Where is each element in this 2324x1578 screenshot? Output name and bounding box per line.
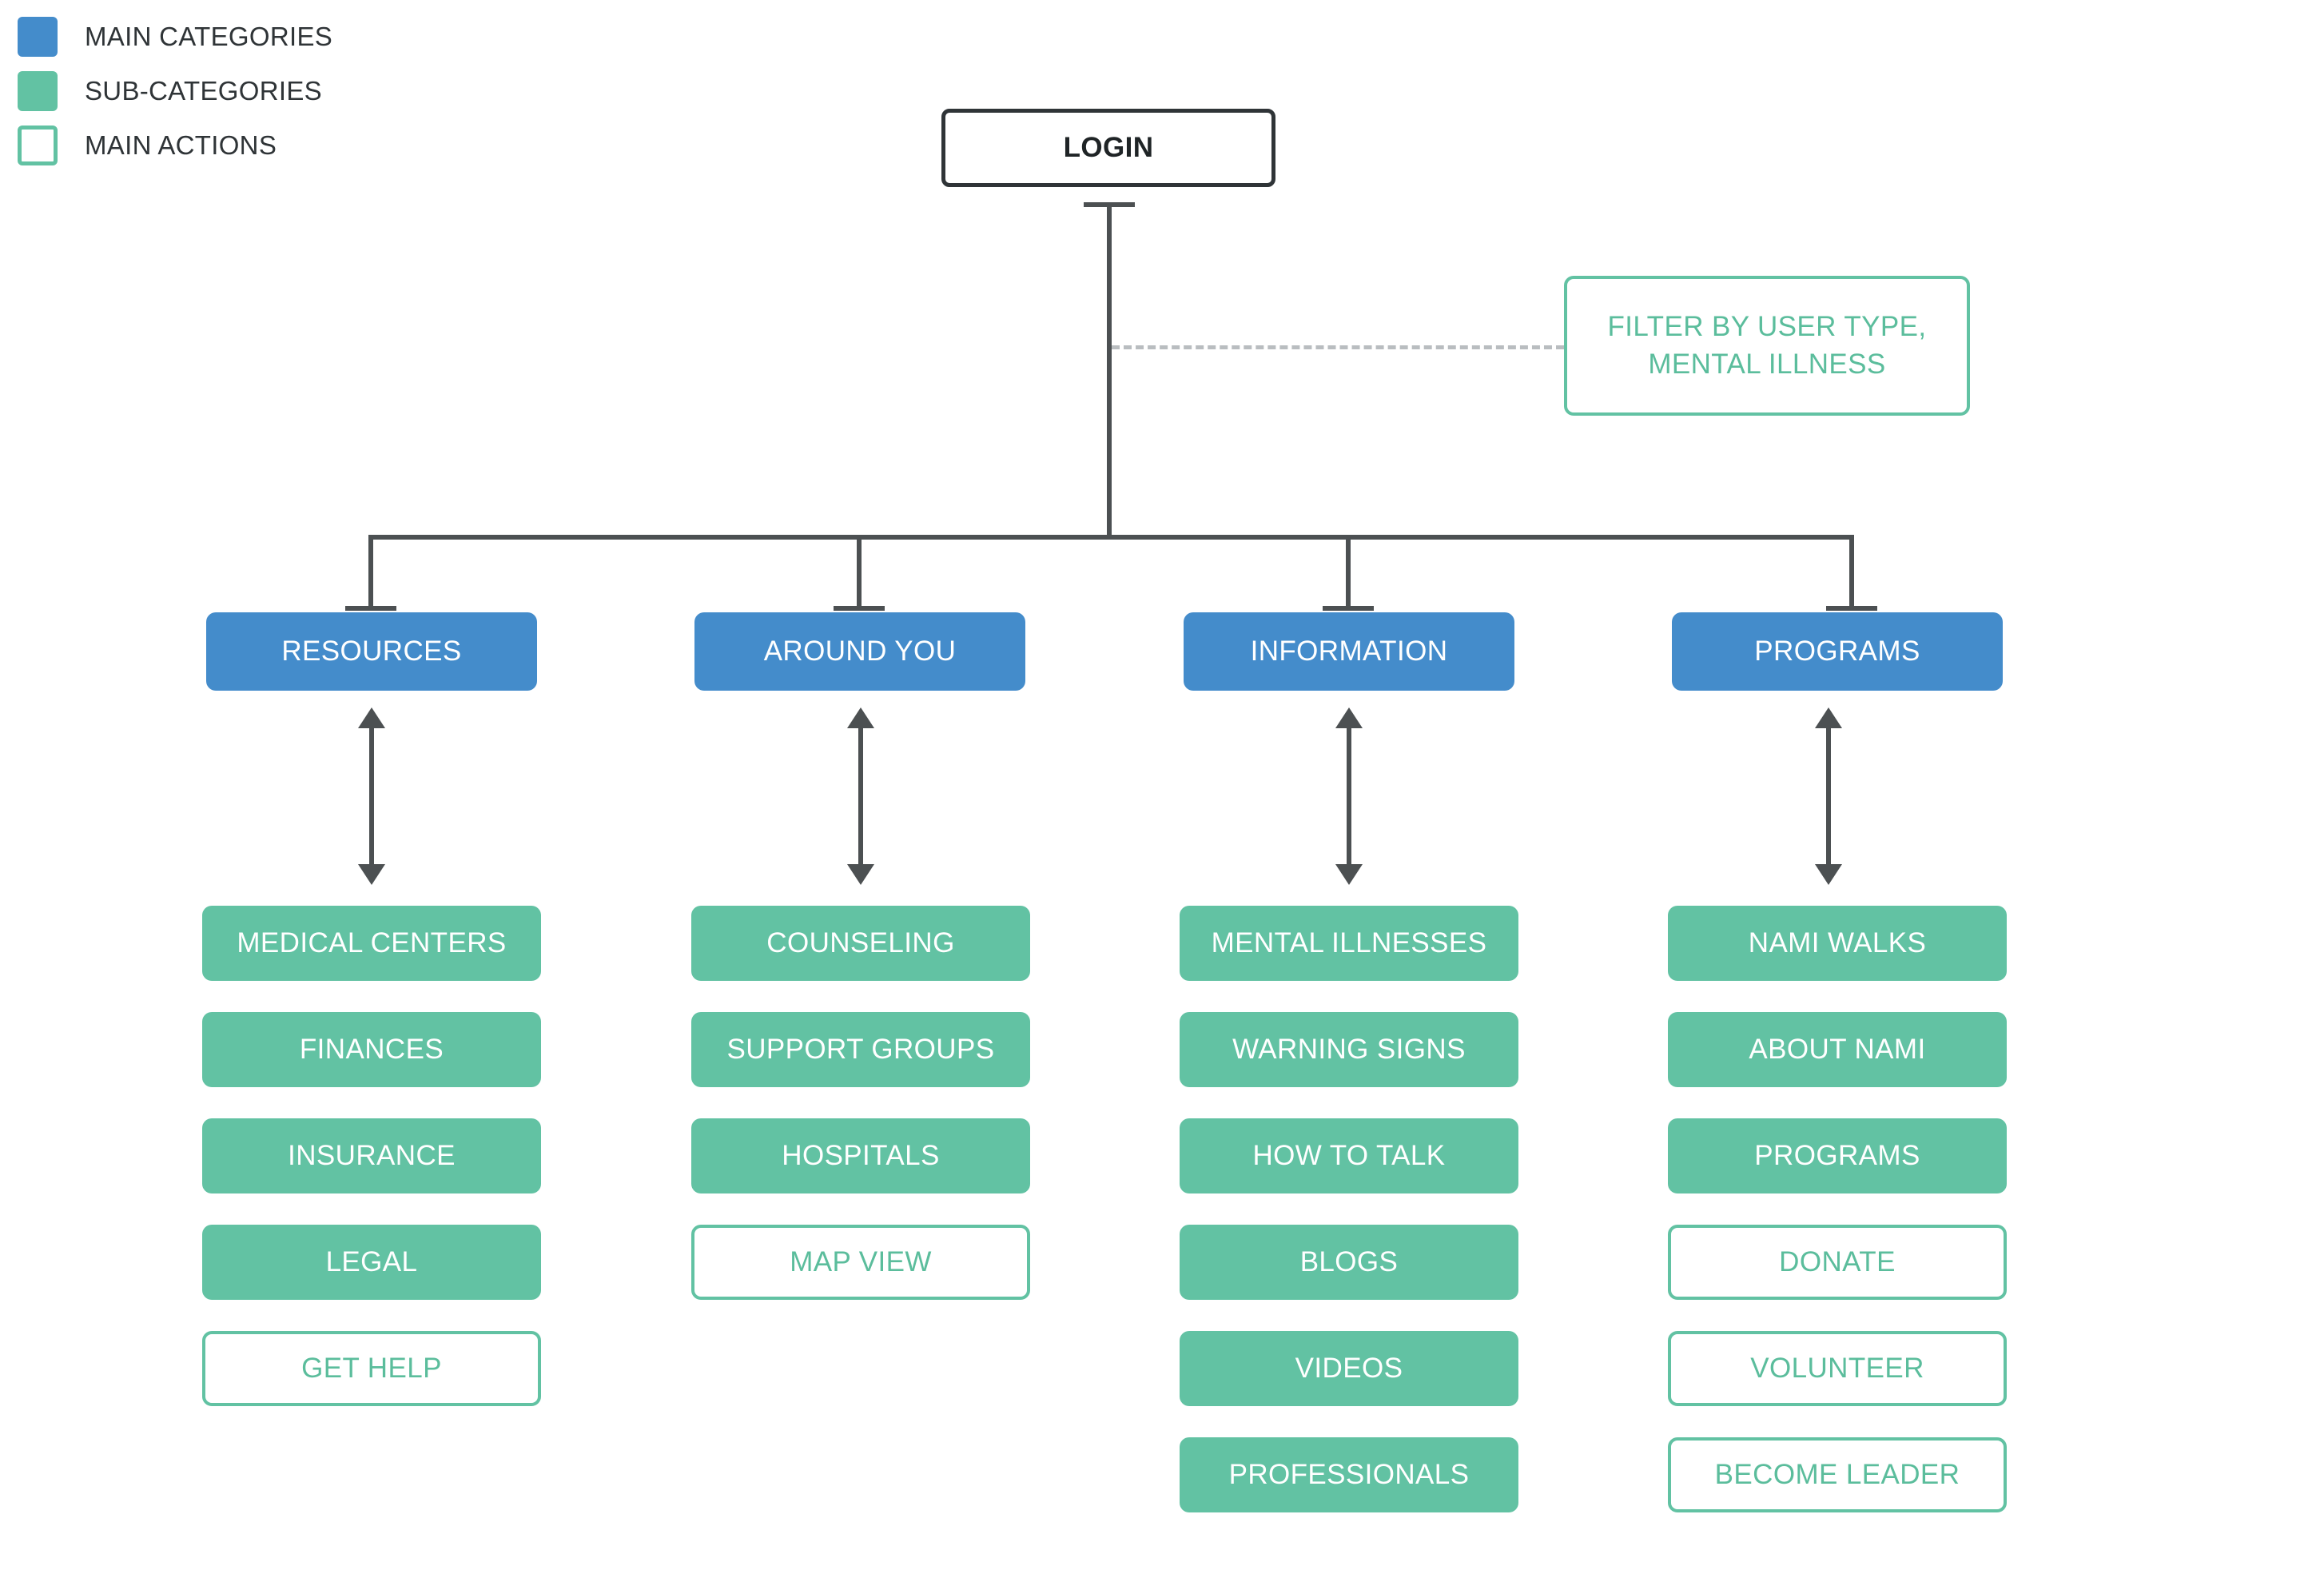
filter-dashed-connector xyxy=(1112,345,1564,349)
sitemap-diagram-canvas: MAIN CATEGORIES SUB-CATEGORIES MAIN ACTI… xyxy=(0,0,2324,1578)
node-label: LEGAL xyxy=(325,1245,418,1277)
node-hospitals[interactable]: HOSPITALS xyxy=(691,1118,1030,1193)
legend: MAIN CATEGORIES SUB-CATEGORIES MAIN ACTI… xyxy=(18,10,433,173)
tree-bus-line xyxy=(368,535,1854,540)
node-about-nami[interactable]: ABOUT NAMI xyxy=(1668,1012,2007,1087)
filled-blue-square-icon xyxy=(18,17,58,57)
node-label: MAP VIEW xyxy=(790,1245,932,1277)
node-label: ABOUT NAMI xyxy=(1749,1033,1926,1065)
node-nami-walks[interactable]: NAMI WALKS xyxy=(1668,906,2007,981)
node-become-leader[interactable]: BECOME LEADER xyxy=(1668,1437,2007,1512)
node-label: COUNSELING xyxy=(766,926,955,958)
arrow-shaft-around-you xyxy=(858,723,863,869)
node-label: PROGRAMS xyxy=(1754,1139,1920,1171)
login-trunk-line xyxy=(1107,202,1112,539)
node-login-label: LOGIN xyxy=(1063,131,1154,163)
node-label: FINANCES xyxy=(299,1033,444,1065)
node-login[interactable]: LOGIN xyxy=(941,109,1275,187)
branch-drop-information xyxy=(1346,535,1351,611)
arrow-shaft-programs xyxy=(1826,723,1831,869)
node-information-label: INFORMATION xyxy=(1250,635,1448,667)
node-insurance[interactable]: INSURANCE xyxy=(202,1118,541,1193)
node-label: GET HELP xyxy=(301,1352,442,1384)
node-volunteer[interactable]: VOLUNTEER xyxy=(1668,1331,2007,1406)
node-medical-centers[interactable]: MEDICAL CENTERS xyxy=(202,906,541,981)
node-label: HOSPITALS xyxy=(782,1139,940,1171)
node-label: MENTAL ILLNESSES xyxy=(1211,926,1487,958)
branch-drop-programs xyxy=(1849,535,1854,611)
node-filter-label-line1: FILTER BY USER TYPE, xyxy=(1607,310,1927,342)
node-label: NAMI WALKS xyxy=(1748,926,1927,958)
branch-drop-resources xyxy=(368,535,373,611)
arrow-down-icon-resources xyxy=(358,864,385,885)
outlined-green-square-icon xyxy=(18,126,58,165)
branch-cap-programs xyxy=(1826,606,1877,611)
node-label: VOLUNTEER xyxy=(1750,1352,1924,1384)
node-professionals[interactable]: PROFESSIONALS xyxy=(1180,1437,1518,1512)
arrow-down-icon-around-you xyxy=(847,864,874,885)
arrow-down-icon-programs xyxy=(1815,864,1842,885)
node-counseling[interactable]: COUNSELING xyxy=(691,906,1030,981)
branch-cap-information xyxy=(1323,606,1374,611)
node-resources-label: RESOURCES xyxy=(281,635,462,667)
node-finances[interactable]: FINANCES xyxy=(202,1012,541,1087)
legend-item-main-categories: MAIN CATEGORIES xyxy=(18,10,433,64)
node-filter-by-user-type[interactable]: FILTER BY USER TYPE, MENTAL ILLNESS xyxy=(1564,276,1970,416)
node-around-you-label: AROUND YOU xyxy=(763,635,957,667)
branch-cap-resources xyxy=(345,606,396,611)
node-legal[interactable]: LEGAL xyxy=(202,1225,541,1300)
legend-item-main-actions: MAIN ACTIONS xyxy=(18,118,433,173)
branch-drop-around-you xyxy=(857,535,862,611)
node-videos[interactable]: VIDEOS xyxy=(1180,1331,1518,1406)
node-map-view[interactable]: MAP VIEW xyxy=(691,1225,1030,1300)
node-how-to-talk[interactable]: HOW TO TALK xyxy=(1180,1118,1518,1193)
node-label: VIDEOS xyxy=(1295,1352,1403,1384)
node-filter-label-line2: MENTAL ILLNESS xyxy=(1648,348,1886,380)
node-label: PROFESSIONALS xyxy=(1228,1458,1470,1490)
branch-cap-around-you xyxy=(834,606,885,611)
node-support-groups[interactable]: SUPPORT GROUPS xyxy=(691,1012,1030,1087)
node-get-help[interactable]: GET HELP xyxy=(202,1331,541,1406)
node-label: HOW TO TALK xyxy=(1252,1139,1446,1171)
node-warning-signs[interactable]: WARNING SIGNS xyxy=(1180,1012,1518,1087)
legend-item-label: SUB-CATEGORIES xyxy=(85,76,322,106)
arrow-shaft-information xyxy=(1347,723,1351,869)
legend-item-sub-categories: SUB-CATEGORIES xyxy=(18,64,433,118)
legend-item-label: MAIN ACTIONS xyxy=(85,130,277,160)
node-label: INSURANCE xyxy=(288,1139,456,1171)
node-label: BLOGS xyxy=(1299,1245,1399,1277)
node-donate[interactable]: DONATE xyxy=(1668,1225,2007,1300)
node-label: SUPPORT GROUPS xyxy=(726,1033,995,1065)
node-mental-illnesses[interactable]: MENTAL ILLNESSES xyxy=(1180,906,1518,981)
node-label: WARNING SIGNS xyxy=(1232,1033,1466,1065)
node-information[interactable]: INFORMATION xyxy=(1184,612,1514,691)
node-programs-label: PROGRAMS xyxy=(1754,635,1920,667)
filled-green-square-icon xyxy=(18,71,58,111)
legend-item-label: MAIN CATEGORIES xyxy=(85,22,333,51)
node-programs-sub[interactable]: PROGRAMS xyxy=(1668,1118,2007,1193)
arrow-shaft-resources xyxy=(369,723,374,869)
node-around-you[interactable]: AROUND YOU xyxy=(694,612,1025,691)
node-resources[interactable]: RESOURCES xyxy=(206,612,537,691)
arrow-down-icon-information xyxy=(1335,864,1363,885)
node-label: BECOME LEADER xyxy=(1714,1458,1960,1490)
node-label: DONATE xyxy=(1779,1245,1896,1277)
node-programs[interactable]: PROGRAMS xyxy=(1672,612,2003,691)
node-blogs[interactable]: BLOGS xyxy=(1180,1225,1518,1300)
node-label: MEDICAL CENTERS xyxy=(237,926,507,958)
